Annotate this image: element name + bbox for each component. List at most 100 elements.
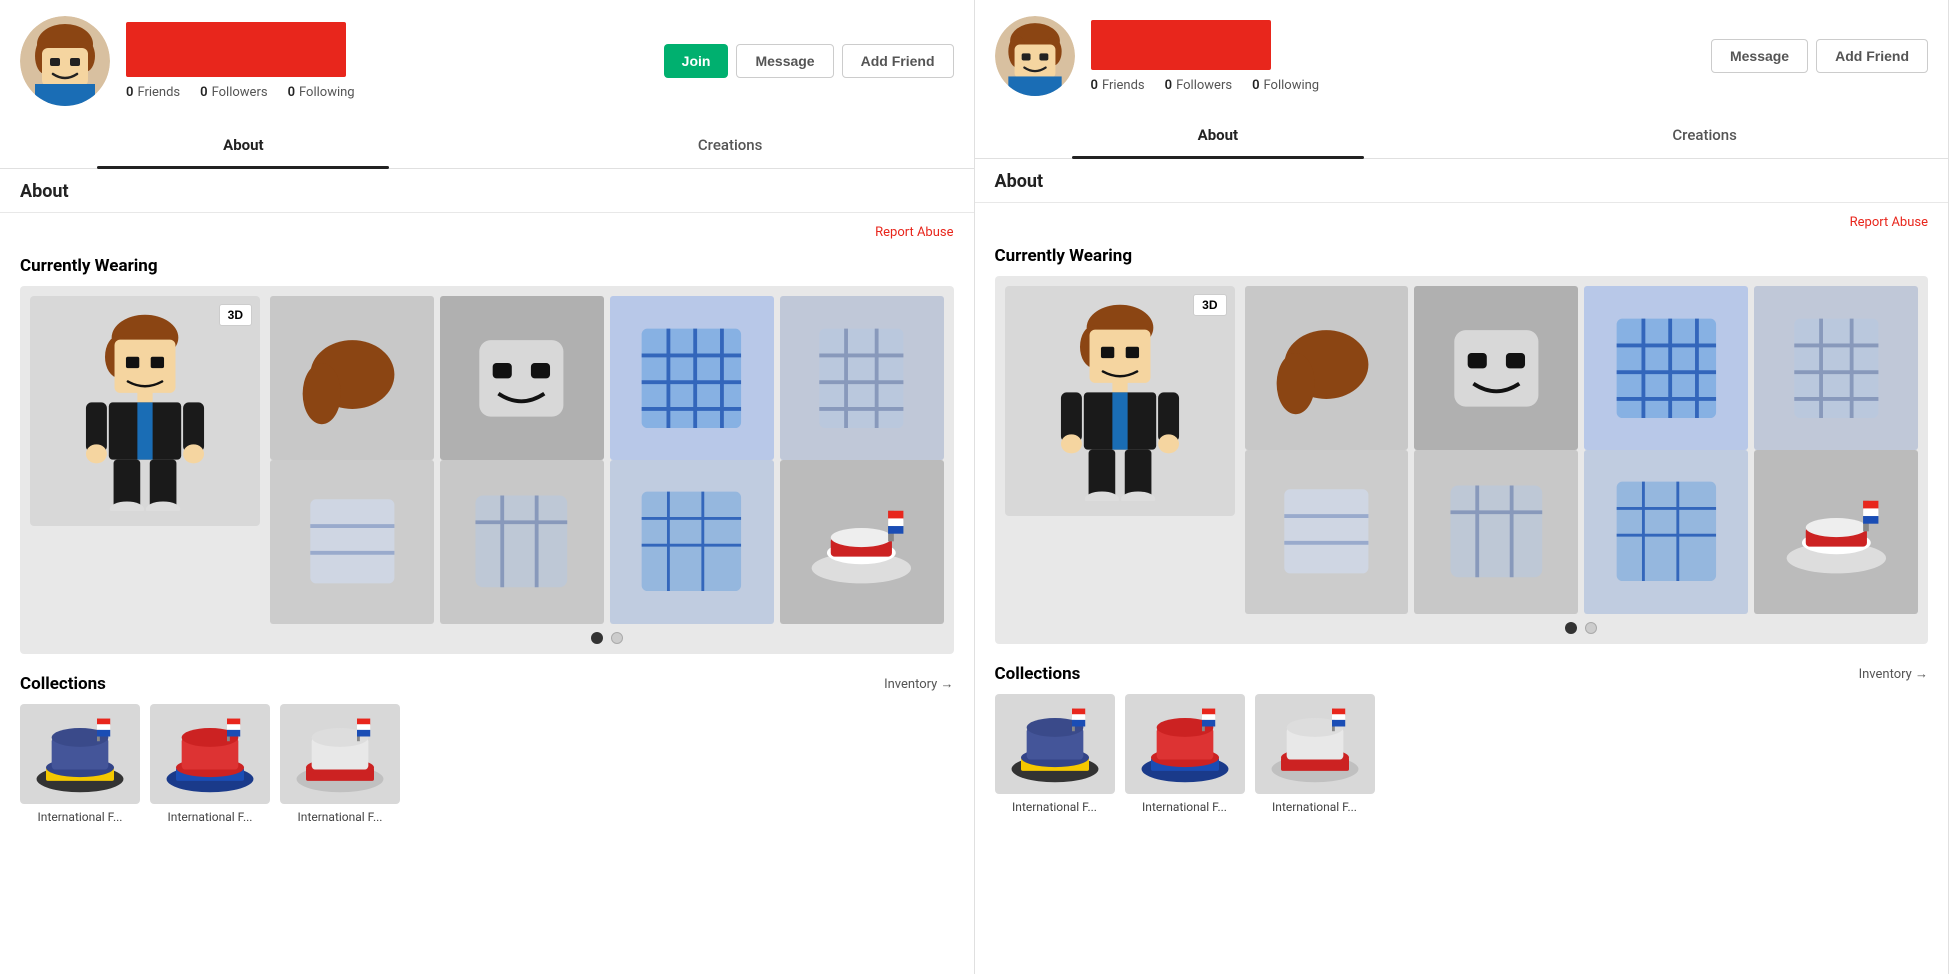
following-label-right: Following bbox=[1264, 78, 1320, 93]
message-button-left[interactable]: Message bbox=[736, 44, 833, 78]
wearing-content-right: 3D bbox=[995, 276, 1929, 644]
username-banner-left bbox=[126, 22, 346, 77]
collection-item-3-left[interactable]: International F... bbox=[280, 704, 400, 824]
report-row-right: Report Abuse bbox=[975, 209, 1949, 236]
inventory-link-left[interactable]: Inventory → bbox=[884, 676, 953, 692]
wearing-title-right: Currently Wearing bbox=[995, 246, 1929, 266]
item-thumb-item2-r[interactable] bbox=[1414, 450, 1578, 614]
add-friend-button-right[interactable]: Add Friend bbox=[1816, 39, 1928, 73]
friends-label-right: Friends bbox=[1102, 78, 1145, 93]
followers-count-right: 0 bbox=[1165, 78, 1172, 93]
wearing-title-left: Currently Wearing bbox=[20, 256, 954, 276]
item-thumb-hair-r[interactable] bbox=[1245, 286, 1409, 450]
collection-label-1-right: International F... bbox=[1012, 800, 1097, 814]
report-abuse-link-left[interactable]: Report Abuse bbox=[875, 225, 953, 240]
dot-inactive-right[interactable] bbox=[1585, 622, 1597, 634]
item-thumb-hair[interactable] bbox=[270, 296, 434, 460]
item-thumb-hat-small[interactable] bbox=[780, 460, 944, 624]
collection-label-3-left: International F... bbox=[298, 810, 383, 824]
item-thumb-shirt1-r[interactable] bbox=[1584, 286, 1748, 450]
collection-item-1-left[interactable]: International F... bbox=[20, 704, 140, 824]
tabs-bar-left: About Creations bbox=[0, 122, 974, 169]
report-row-left: Report Abuse bbox=[0, 219, 974, 246]
collections-header-left: Collections Inventory → bbox=[20, 674, 954, 694]
message-button-right[interactable]: Message bbox=[1711, 39, 1808, 73]
collection-thumb-1-right bbox=[995, 694, 1115, 794]
following-count-left: 0 bbox=[288, 85, 295, 100]
inventory-link-right[interactable]: Inventory → bbox=[1859, 666, 1928, 682]
avatar-3d-box-left: 3D bbox=[30, 296, 260, 526]
item-thumb-item2[interactable] bbox=[440, 460, 604, 624]
items-grid-bottom-left bbox=[270, 460, 944, 624]
dot-active-right[interactable] bbox=[1565, 622, 1577, 634]
profile-header-left: 0 Friends 0 Followers 0 Following Join M… bbox=[0, 0, 974, 122]
collection-label-3-right: International F... bbox=[1272, 800, 1357, 814]
collection-item-3-right[interactable]: International F... bbox=[1255, 694, 1375, 814]
collection-label-2-left: International F... bbox=[168, 810, 253, 824]
item-thumb-item3[interactable] bbox=[610, 460, 774, 624]
collection-label-1-left: International F... bbox=[38, 810, 123, 824]
dot-inactive-left[interactable] bbox=[611, 632, 623, 644]
items-grid-bottom-right bbox=[1245, 450, 1919, 614]
following-count-right: 0 bbox=[1252, 78, 1259, 93]
friends-stat-left: 0 Friends bbox=[126, 85, 180, 100]
username-block-right: 0 Friends 0 Followers 0 Following bbox=[1091, 20, 1695, 93]
collections-grid-left: International F... bbox=[20, 704, 954, 824]
items-grid-top-left bbox=[270, 296, 944, 460]
left-panel: 0 Friends 0 Followers 0 Following Join M… bbox=[0, 0, 975, 974]
wearing-section-right: Currently Wearing 3D bbox=[975, 236, 1949, 654]
item-thumb-pants1[interactable] bbox=[780, 296, 944, 460]
stats-row-left: 0 Friends 0 Followers 0 Following bbox=[126, 85, 648, 100]
item-thumb-item3-r[interactable] bbox=[1584, 450, 1748, 614]
item-thumb-pants1-r[interactable] bbox=[1754, 286, 1918, 450]
tab-creations-left[interactable]: Creations bbox=[487, 122, 974, 168]
character-svg-right bbox=[1040, 301, 1200, 501]
divider-left bbox=[0, 212, 974, 213]
collection-item-2-left[interactable]: International F... bbox=[150, 704, 270, 824]
header-actions-right: Message Add Friend bbox=[1711, 39, 1928, 73]
divider-right bbox=[975, 202, 1949, 203]
username-banner-right bbox=[1091, 20, 1271, 70]
collections-section-right: Collections Inventory → bbox=[975, 654, 1949, 834]
dot-active-left[interactable] bbox=[591, 632, 603, 644]
item-thumb-flag1[interactable] bbox=[270, 460, 434, 624]
avatar-3d-box-right: 3D bbox=[1005, 286, 1235, 516]
following-stat-right: 0 Following bbox=[1252, 78, 1319, 93]
item-thumb-face-r[interactable] bbox=[1414, 286, 1578, 450]
dots-row-right bbox=[1245, 622, 1919, 634]
friends-count-right: 0 bbox=[1091, 78, 1098, 93]
item-thumb-face[interactable] bbox=[440, 296, 604, 460]
btn-3d-right[interactable]: 3D bbox=[1193, 294, 1226, 316]
items-grid-wrap-right bbox=[1245, 286, 1919, 634]
btn-3d-left[interactable]: 3D bbox=[219, 304, 252, 326]
add-friend-button-left[interactable]: Add Friend bbox=[842, 44, 954, 78]
collection-item-2-right[interactable]: International F... bbox=[1125, 694, 1245, 814]
collection-thumb-3-left bbox=[280, 704, 400, 804]
avatar-left bbox=[20, 16, 110, 106]
join-button-left[interactable]: Join bbox=[664, 44, 729, 78]
following-stat-left: 0 Following bbox=[288, 85, 355, 100]
item-thumb-shirt1[interactable] bbox=[610, 296, 774, 460]
report-abuse-link-right[interactable]: Report Abuse bbox=[1850, 215, 1928, 230]
tab-about-right[interactable]: About bbox=[975, 112, 1462, 158]
collection-label-2-right: International F... bbox=[1142, 800, 1227, 814]
tabs-bar-right: About Creations bbox=[975, 112, 1949, 159]
items-grid-wrap-left bbox=[270, 296, 944, 644]
dots-row-left bbox=[270, 632, 944, 644]
character-svg-left bbox=[65, 311, 225, 511]
collection-thumb-2-left bbox=[150, 704, 270, 804]
stats-row-right: 0 Friends 0 Followers 0 Following bbox=[1091, 78, 1695, 93]
collection-item-1-right[interactable]: International F... bbox=[995, 694, 1115, 814]
item-thumb-flag1-r[interactable] bbox=[1245, 450, 1409, 614]
collection-thumb-3-right bbox=[1255, 694, 1375, 794]
tab-creations-right[interactable]: Creations bbox=[1461, 112, 1948, 158]
wearing-content-left: 3D bbox=[20, 286, 954, 654]
item-thumb-hat-small-r[interactable] bbox=[1754, 450, 1918, 614]
followers-label-right: Followers bbox=[1176, 78, 1232, 93]
avatar-right bbox=[995, 16, 1075, 96]
wearing-section-left: Currently Wearing 3D bbox=[0, 246, 974, 664]
followers-stat-left: 0 Followers bbox=[200, 85, 267, 100]
username-block-left: 0 Friends 0 Followers 0 Following bbox=[126, 22, 648, 100]
tab-about-left[interactable]: About bbox=[0, 122, 487, 168]
about-title-left: About bbox=[0, 169, 974, 206]
